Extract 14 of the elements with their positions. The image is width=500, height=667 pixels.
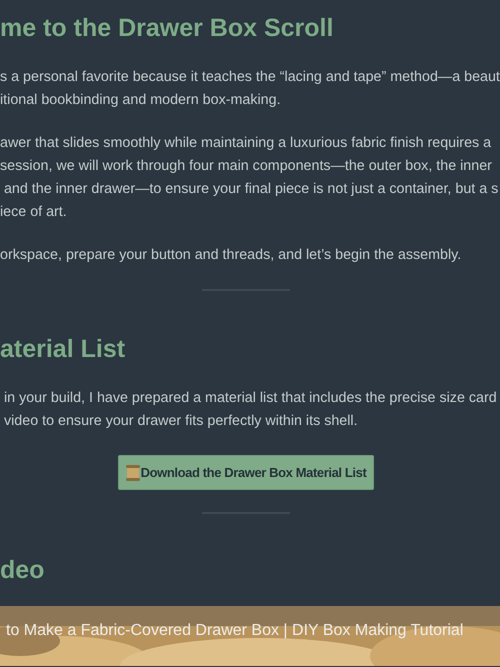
paragraph-line: iece of art. [0,203,68,222]
paragraph-line: orkspace, prepare your button and threads, and let’s begin the assembly. [0,246,462,265]
section-heading: aterial List [0,334,126,365]
paragraph-line: itional bookbinding and modern box-making. [0,91,282,110]
paragraph-line: and the inner drawer—to ensure your final piece is not just a container, but a s [2,180,500,199]
paragraph-line: awer that slides smoothly while maintaining a luxurious fabric finish requires a [0,134,492,153]
paragraph-line: s a personal favorite because it teaches the “lacing and tape” method—a beaut [0,68,500,87]
download-button[interactable]: Download the Drawer Box Material List [118,455,374,490]
paragraph-line: session, we will work through four main components—the outer box, the inner [0,157,493,176]
paragraph-line: in your build, I have prepared a material list that includes the precise size card [2,389,498,408]
section-heading: deo [0,555,46,586]
section-heading: me to the Drawer Box Scroll [0,13,334,44]
paragraph-line: video to ensure your drawer fits perfectly within its shell. [2,412,359,431]
scroll-icon [126,464,140,480]
